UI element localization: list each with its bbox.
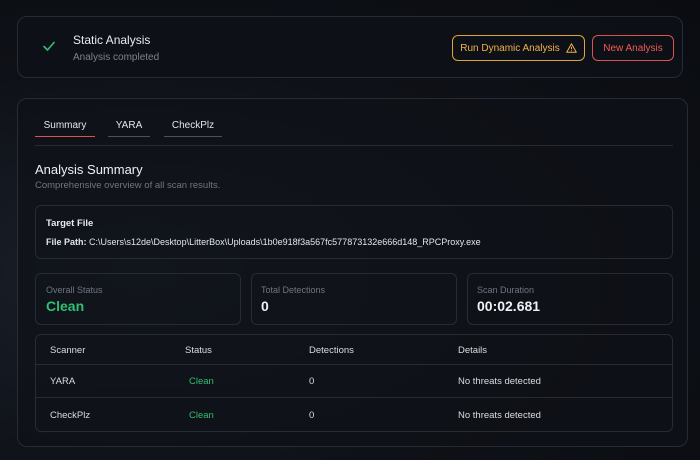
column-header-scanner: Scanner — [50, 345, 86, 356]
table-cell-detections: 0 — [309, 376, 315, 387]
scan-duration-label: Scan Duration — [477, 285, 535, 295]
tab-yara[interactable]: YARA — [108, 120, 150, 137]
table-row-divider — [36, 397, 672, 398]
file-path-label: File Path: — [46, 237, 87, 247]
column-header-detections: Detections — [309, 345, 354, 356]
new-analysis-button[interactable]: New Analysis — [592, 35, 674, 61]
table-cell-scanner: YARA — [50, 376, 76, 387]
table-cell-scanner: CheckPlz — [50, 410, 91, 421]
scan-duration-value: 00:02.681 — [477, 298, 541, 314]
section-subtitle: Comprehensive overview of all scan resul… — [35, 180, 221, 191]
file-path-value: C:\Users\s12de\Desktop\LitterBox\Uploads… — [89, 237, 481, 247]
target-file-card — [35, 205, 673, 259]
file-path: File Path: C:\Users\s12de\Desktop\Litter… — [46, 237, 481, 247]
step-title: Static Analysis — [73, 33, 151, 47]
table-cell-details: No threats detected — [458, 376, 541, 387]
table-row-divider — [36, 364, 672, 365]
scanner-results-table — [35, 334, 673, 432]
warning-icon — [565, 43, 577, 53]
tab-checkplz[interactable]: CheckPlz — [164, 120, 222, 137]
column-header-status: Status — [185, 345, 212, 356]
tabs-divider — [35, 145, 673, 146]
total-detections-label: Total Detections — [261, 285, 326, 295]
step-subtitle: Analysis completed — [73, 52, 160, 63]
table-cell-status: Clean — [189, 410, 214, 421]
table-cell-status: Clean — [189, 376, 214, 387]
run-dynamic-analysis-label: Run Dynamic Analysis — [460, 42, 560, 54]
table-cell-details: No threats detected — [458, 410, 541, 421]
overall-status-label: Overall Status — [46, 285, 103, 295]
total-detections-value: 0 — [261, 298, 269, 314]
column-header-details: Details — [458, 345, 488, 356]
overall-status-value: Clean — [46, 298, 85, 314]
table-cell-detections: 0 — [309, 410, 315, 421]
total-detections-card — [251, 273, 457, 325]
target-file-label: Target File — [46, 218, 94, 229]
check-icon — [43, 41, 55, 51]
section-title: Analysis Summary — [35, 162, 143, 177]
tab-summary[interactable]: Summary — [35, 120, 95, 137]
run-dynamic-analysis-button[interactable]: Run Dynamic Analysis — [452, 35, 585, 61]
